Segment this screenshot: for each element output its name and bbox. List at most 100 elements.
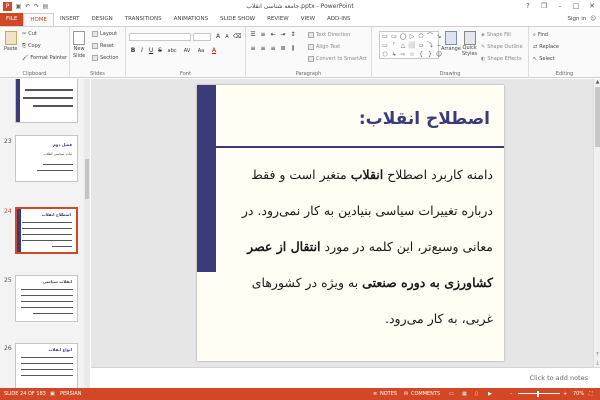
- slide-sorter-icon[interactable]: ▦: [462, 388, 467, 400]
- copy-button[interactable]: ⎘ Copy: [22, 43, 41, 49]
- arrange-button[interactable]: Arrange: [441, 31, 461, 52]
- scrollbar-thumb[interactable]: [85, 159, 89, 199]
- italic-button[interactable]: I: [138, 47, 146, 55]
- replace-button[interactable]: ⇄ Replace: [533, 44, 559, 50]
- zoom-in-icon[interactable]: +: [563, 388, 567, 400]
- scrollbar-thumb[interactable]: [595, 87, 600, 147]
- scroll-up-icon[interactable]: ▲: [594, 79, 600, 86]
- sign-in-link[interactable]: Sign in: [568, 13, 587, 26]
- current-slide[interactable]: اصطلاح انقلاب: دامنه کاربرد اصطلاح انقلا…: [197, 85, 504, 361]
- align-left-icon[interactable]: ≡: [249, 45, 257, 53]
- shadow-button[interactable]: abc: [165, 47, 179, 55]
- shape-left-brace-icon[interactable]: {: [417, 51, 425, 59]
- shape-corner-icon[interactable]: ⌜: [390, 42, 398, 50]
- zoom-out-icon[interactable]: –: [510, 388, 513, 400]
- columns-icon[interactable]: ⫼: [289, 45, 297, 53]
- format-painter-button[interactable]: 🖌 Format Painter: [22, 55, 67, 61]
- user-icon[interactable]: ☺: [590, 13, 596, 26]
- quick-styles-button[interactable]: Quick Styles: [462, 31, 477, 57]
- new-slide-button[interactable]: New Slide: [73, 31, 85, 59]
- underline-button[interactable]: U: [147, 47, 155, 55]
- increase-indent-icon[interactable]: ⇥: [279, 31, 287, 39]
- tab-transitions[interactable]: TRANSITIONS: [119, 13, 168, 26]
- section-button[interactable]: Section: [92, 55, 119, 61]
- tab-home[interactable]: HOME: [23, 13, 55, 26]
- font-size-dropdown[interactable]: [193, 33, 211, 41]
- tab-view[interactable]: VIEW: [295, 13, 321, 26]
- fit-slide-icon[interactable]: ⛶: [589, 388, 593, 400]
- shape-fill-button[interactable]: ◈ Shape Fill: [481, 32, 511, 38]
- justify-icon[interactable]: ≣: [279, 45, 287, 53]
- paste-button[interactable]: Paste: [4, 31, 18, 52]
- minimize-icon[interactable]: –: [552, 0, 568, 12]
- smartart-button[interactable]: Convert to SmartArt: [308, 56, 367, 62]
- tab-insert[interactable]: INSERT: [54, 13, 85, 26]
- reading-view-icon[interactable]: ▯: [475, 388, 478, 400]
- font-color-button[interactable]: A: [210, 47, 218, 55]
- bullets-icon[interactable]: ☰: [249, 31, 257, 39]
- numbering-icon[interactable]: ≡: [259, 31, 267, 39]
- maximize-icon[interactable]: □: [568, 0, 584, 12]
- slide-thumbnail-26[interactable]: انواع انقلاب: [15, 343, 78, 388]
- close-icon[interactable]: ✕: [584, 0, 600, 12]
- comments-button[interactable]: COMMENTS: [411, 388, 440, 400]
- shape-star-icon[interactable]: ☆: [408, 51, 416, 59]
- shape-right-brace-icon[interactable]: }: [426, 51, 434, 59]
- tab-animations[interactable]: ANIMATIONS: [168, 13, 215, 26]
- slide-body-text[interactable]: دامنه کاربرد اصطلاح انقلاب متغیر است و ف…: [223, 157, 493, 337]
- notes-button[interactable]: NOTES: [380, 388, 397, 400]
- shape-arc-icon[interactable]: ⌒: [426, 33, 434, 41]
- next-slide-icon[interactable]: ⤓: [594, 360, 600, 367]
- zoom-slider-thumb[interactable]: [537, 391, 539, 397]
- find-button[interactable]: ⌕ Find: [533, 32, 548, 38]
- notes-icon[interactable]: ≡: [373, 388, 377, 400]
- tab-file[interactable]: FILE: [0, 13, 24, 26]
- zoom-slider[interactable]: [518, 393, 560, 394]
- change-case-button[interactable]: Aa: [195, 47, 207, 55]
- slide-thumbnail-22[interactable]: [15, 79, 78, 123]
- shape-bent-arrow-icon[interactable]: ↳: [390, 51, 398, 59]
- shape-oval-icon[interactable]: ◯: [399, 33, 407, 41]
- normal-view-icon[interactable]: ▭: [449, 388, 454, 400]
- help-icon[interactable]: ?: [520, 0, 536, 12]
- shapes-gallery[interactable]: ▭ ▭ ◯ ▷ ⬠ ⌒ ↘ ▭ ⌜ △ ⬜ ▱ ⤵ ⌢ ⬡ ↳ ⇨ ☆ { } …: [379, 31, 442, 59]
- tab-slide-show[interactable]: SLIDE SHOW: [214, 13, 261, 26]
- shape-block-arrow-icon[interactable]: ⇨: [399, 51, 407, 59]
- ribbon-display-icon[interactable]: ❐: [536, 0, 552, 12]
- slide-scrollbar[interactable]: ▲ ⤒ ⤓: [593, 79, 600, 367]
- shape-parallelogram-icon[interactable]: ▱: [417, 42, 425, 50]
- shape-hexagon-icon[interactable]: ⬡: [381, 51, 389, 59]
- comments-icon[interactable]: ✉: [404, 388, 408, 400]
- layout-button[interactable]: Layout: [92, 31, 117, 37]
- spellcheck-icon[interactable]: ▣: [50, 388, 55, 400]
- reset-button[interactable]: Reset: [92, 43, 114, 49]
- align-right-icon[interactable]: ≡: [269, 45, 277, 53]
- thumbnails-scrollbar[interactable]: [84, 79, 90, 388]
- slide-show-icon[interactable]: ▶: [488, 388, 492, 400]
- text-direction-button[interactable]: Text Direction: [308, 32, 350, 38]
- shape-triangle-icon[interactable]: ▷: [408, 33, 416, 41]
- font-name-dropdown[interactable]: [129, 33, 191, 41]
- language-indicator[interactable]: PERSIAN: [60, 388, 81, 400]
- notes-pane[interactable]: Click to add notes: [91, 367, 600, 388]
- slide-thumbnail-24[interactable]: اصطلاح انقلاب: [15, 207, 78, 254]
- cut-button[interactable]: ✂ Cut: [22, 31, 37, 37]
- slide-thumbnail-25[interactable]: انقلاب سیاسی: [15, 275, 78, 322]
- prev-slide-icon[interactable]: ⤒: [594, 352, 600, 359]
- shape-outline-button[interactable]: ✎ Shape Outline: [481, 44, 523, 50]
- shape-effects-button[interactable]: ◐ Shape Effects: [481, 56, 522, 62]
- strikethrough-button[interactable]: S: [156, 47, 164, 55]
- shape-square-icon[interactable]: ⬜: [408, 42, 416, 50]
- shape-triangle2-icon[interactable]: △: [399, 42, 407, 50]
- bold-button[interactable]: B: [129, 47, 137, 55]
- char-spacing-button[interactable]: AV: [181, 47, 193, 55]
- tab-add-ins[interactable]: ADD-INS: [321, 13, 356, 26]
- clear-format-icon[interactable]: ⌫: [233, 33, 241, 41]
- tab-design[interactable]: DESIGN: [86, 13, 119, 26]
- tab-review[interactable]: REVIEW: [261, 13, 295, 26]
- shape-rect2-icon[interactable]: ▭: [381, 42, 389, 50]
- decrease-indent-icon[interactable]: ⇤: [269, 31, 277, 39]
- slide-thumbnail-23[interactable]: فصل دوم ثبات سیاسی انقلاب: [15, 135, 78, 182]
- shrink-font-button[interactable]: A: [223, 33, 231, 41]
- shape-pentagon-icon[interactable]: ⬠: [417, 33, 425, 41]
